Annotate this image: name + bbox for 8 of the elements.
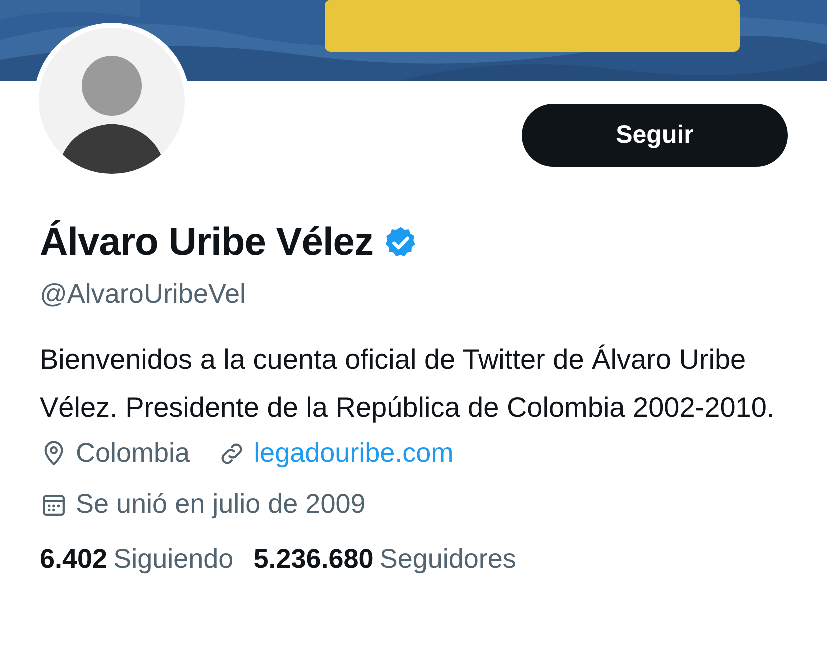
join-date: Se unió en julio de 2009 — [76, 489, 366, 520]
location-text: Colombia — [76, 438, 190, 469]
follow-button[interactable]: Seguir — [522, 104, 788, 167]
profile-name: Álvaro Uribe Vélez — [40, 221, 374, 265]
profile-handle: @AlvaroUribeVel — [40, 279, 247, 310]
profile-bio: Bienvenidos a la cuenta oficial de Twitter de Álvaro Uribe Vélez. Presidente de la República de Colombia 2002-2010. — [40, 343, 776, 425]
follow-stat-link[interactable]: 6.402 Siguiendo — [40, 544, 234, 575]
follow-stat-link[interactable]: 5.236.680 Seguidores — [254, 544, 516, 575]
